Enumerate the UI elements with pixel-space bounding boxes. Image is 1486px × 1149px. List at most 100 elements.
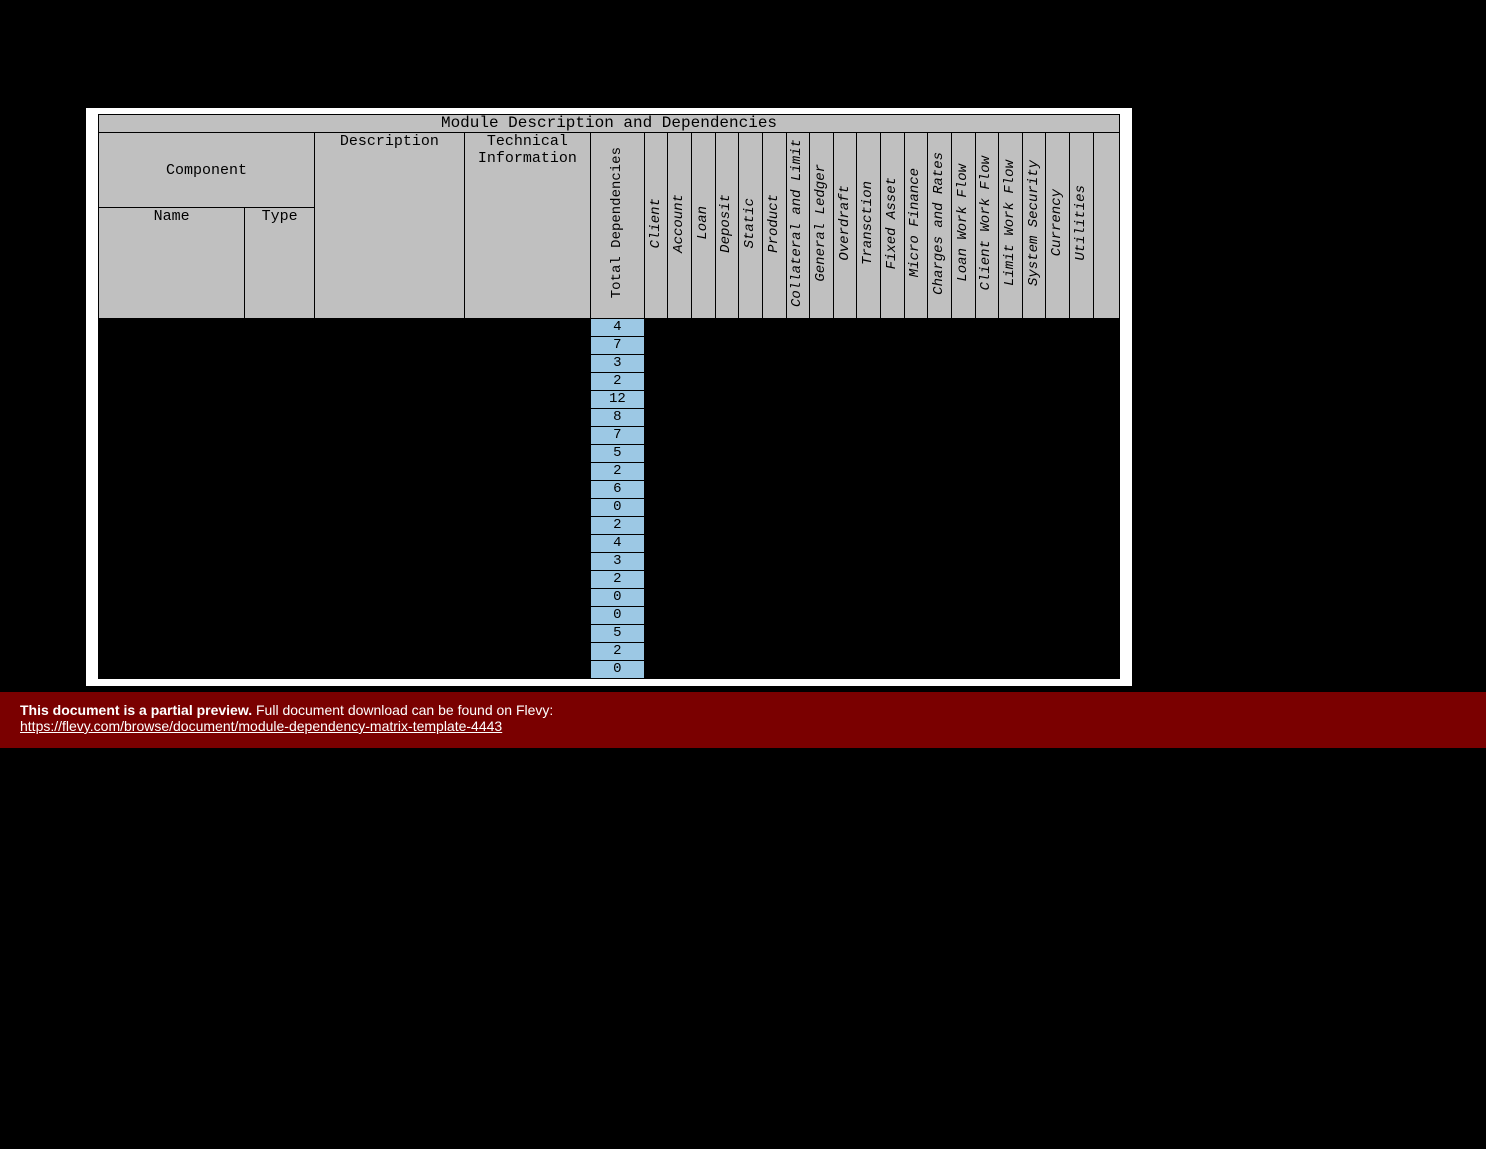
cell-dep [857,391,881,409]
cell-blank [315,661,465,679]
cell-dep [1046,427,1070,445]
cell-dep [762,355,786,373]
cell-dep [881,427,905,445]
cell-dep [975,463,999,481]
cell-dep [715,661,739,679]
cell-dep [1046,373,1070,391]
cell-dep [1070,661,1094,679]
cell-dep [833,427,857,445]
cell-dep [904,517,928,535]
cell-dep [999,643,1023,661]
cell-dep [715,427,739,445]
cell-dep [928,391,952,409]
cell-dep [739,589,763,607]
cell-dep [928,625,952,643]
cell-blank [315,553,465,571]
cell-blank [99,355,245,373]
cell-dep [904,355,928,373]
cell-dep [951,643,975,661]
cell-blank [315,499,465,517]
cell-dep [739,409,763,427]
cell-dep [810,607,834,625]
cell-dep [810,445,834,463]
cell-dep [1022,661,1046,679]
header-description: Description [315,133,465,319]
cell-blank [315,625,465,643]
table-row: 7 [99,337,1120,355]
table-row: 2 [99,571,1120,589]
cell-dep [833,607,857,625]
cell-dep [810,427,834,445]
cell-dep [904,661,928,679]
cell-dep [1093,391,1119,409]
cell-dep [762,409,786,427]
preview-footer: This document is a partial preview. Full… [0,692,1486,748]
cell-blank [99,481,245,499]
cell-dep [928,409,952,427]
cell-dep [644,391,668,409]
cell-dep [1022,409,1046,427]
cell-dep [1093,409,1119,427]
cell-dep [786,589,810,607]
cell-dep [904,427,928,445]
cell-dep [739,661,763,679]
cell-dep [644,373,668,391]
cell-dep [762,661,786,679]
cell-dep [739,337,763,355]
cell-dep [881,589,905,607]
cell-blank [315,463,465,481]
cell-blank [99,427,245,445]
cell-dep [668,481,692,499]
cell-dep [881,607,905,625]
cell-dep [1046,571,1070,589]
cell-dep [904,625,928,643]
cell-dep [1022,571,1046,589]
cell-blank [99,499,245,517]
module-header: Utilities [1070,133,1094,319]
cell-dep [1022,319,1046,337]
cell-blank [245,643,315,661]
cell-dep [951,391,975,409]
cell-dep [644,535,668,553]
cell-dep [1093,607,1119,625]
cell-blank [245,373,315,391]
cell-blank [464,319,590,337]
cell-dep [644,643,668,661]
cell-total: 0 [591,661,645,679]
cell-dep [739,553,763,571]
cell-dep [1046,643,1070,661]
cell-dep [951,553,975,571]
cell-total: 4 [591,535,645,553]
cell-dep [668,391,692,409]
cell-dep [715,643,739,661]
cell-dep [739,499,763,517]
cell-dep [692,427,716,445]
cell-dep [951,625,975,643]
cell-dep [904,589,928,607]
cell-dep [739,391,763,409]
footer-text: Full document download can be found on F… [252,702,553,718]
cell-dep [833,391,857,409]
footer-link[interactable]: https://flevy.com/browse/document/module… [20,718,502,734]
cell-dep [715,355,739,373]
cell-dep [928,643,952,661]
cell-dep [762,553,786,571]
cell-dep [951,607,975,625]
table-row: 12 [99,391,1120,409]
cell-dep [1070,517,1094,535]
cell-blank [99,463,245,481]
cell-dep [833,373,857,391]
cell-dep [975,661,999,679]
cell-dep [928,661,952,679]
cell-dep [999,427,1023,445]
cell-dep [999,607,1023,625]
table-row: 2 [99,463,1120,481]
cell-dep [975,481,999,499]
cell-dep [833,337,857,355]
cell-dep [1022,589,1046,607]
cell-dep [951,409,975,427]
cell-dep [668,661,692,679]
cell-dep [715,553,739,571]
cell-dep [975,427,999,445]
table-row: 8 [99,409,1120,427]
